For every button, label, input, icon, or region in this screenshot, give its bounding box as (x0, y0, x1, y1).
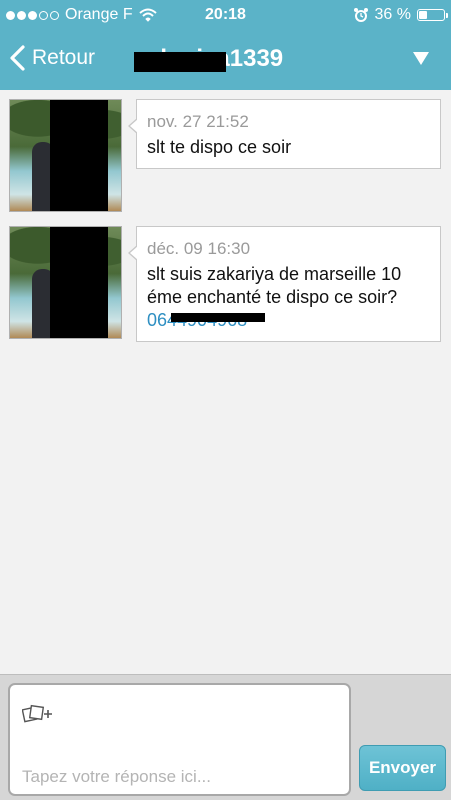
back-button[interactable]: Retour (8, 44, 95, 72)
title-redaction (134, 52, 226, 72)
message-text: slt suis zakariya de marseille 10 éme en… (147, 264, 402, 307)
phone-number-link[interactable]: 0644904968 (147, 309, 265, 331)
battery-level (419, 11, 428, 19)
chevron-left-icon (10, 45, 25, 71)
phone-redaction (171, 313, 265, 322)
message-timestamp: nov. 27 21:52 (147, 112, 249, 131)
nav-bar: Retour zakariya1339 (0, 30, 451, 90)
message-bubble: déc. 09 16:30 slt suis zakariya de marse… (128, 226, 441, 342)
send-button[interactable]: Envoyer (359, 745, 446, 791)
battery-icon (417, 9, 448, 21)
status-bar: Orange F 20:18 36 % (0, 0, 451, 30)
message-timestamp: déc. 09 16:30 (147, 239, 251, 258)
message-bubble: nov. 27 21:52 slt te dispo ce soir (128, 99, 441, 169)
battery-percent: 36 % (374, 6, 411, 23)
reply-composer: Envoyer (0, 674, 451, 800)
dropdown-triangle-icon[interactable] (413, 52, 429, 65)
reply-input[interactable] (22, 767, 337, 787)
status-right: 36 % (353, 6, 448, 24)
avatar-redaction (50, 100, 108, 211)
add-photo-icon[interactable] (22, 703, 54, 725)
back-label: Retour (32, 46, 96, 69)
sender-avatar[interactable] (9, 99, 122, 212)
reply-box[interactable] (8, 683, 351, 796)
sender-avatar[interactable] (9, 226, 122, 339)
alarm-clock-icon (353, 8, 368, 22)
avatar-redaction (50, 227, 108, 338)
message-text: slt te dispo ce soir (147, 137, 292, 157)
